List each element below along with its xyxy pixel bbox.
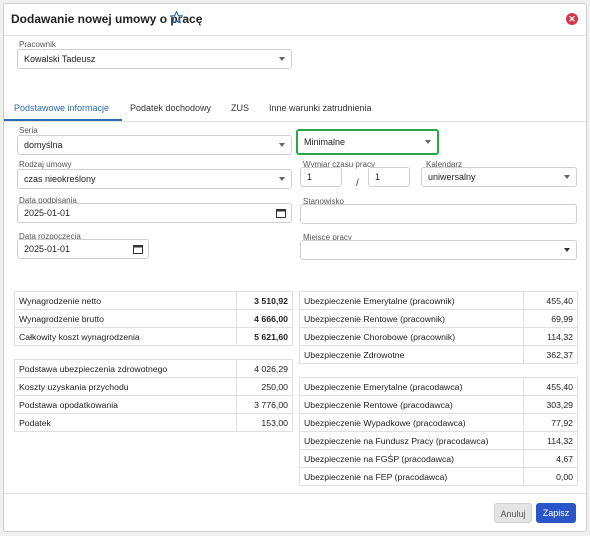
table-row: Ubezpieczenie Emerytalne (pracownik) 455… [299, 291, 578, 310]
chevron-down-icon [279, 57, 285, 61]
row-label: Ubezpieczenie Emerytalne (pracownik) [299, 291, 524, 310]
row-label: Wynagrodzenie netto [14, 291, 237, 310]
chevron-down-icon [279, 143, 285, 147]
table-row: Ubezpieczenie Wypadkowe (pracodawca) 77,… [299, 413, 578, 432]
table-row: Ubezpieczenie Zdrowotne 362,37 [299, 345, 578, 364]
table-row: Podatek 153,00 [14, 413, 293, 432]
tab-income-tax[interactable]: Podatek dochodowy [130, 103, 211, 113]
row-label: Ubezpieczenie Rentowe (pracownik) [299, 309, 524, 328]
row-value: 77,92 [523, 413, 578, 432]
row-label: Podstawa ubezpieczenia zdrowotnego [14, 359, 237, 378]
signed-date-input[interactable]: 2025-01-01 [17, 203, 292, 223]
table-row: Ubezpieczenie Rentowe (pracodawca) 303,2… [299, 395, 578, 414]
chevron-down-icon [564, 248, 570, 252]
table-row: Ubezpieczenie na Fundusz Pracy (pracodaw… [299, 431, 578, 450]
start-date-value: 2025-01-01 [24, 244, 71, 254]
row-label: Koszty uzyskania przychodu [14, 377, 237, 396]
row-value: 455,40 [523, 377, 578, 396]
working-time-numerator-input[interactable]: 1 [300, 167, 342, 187]
table-row: Całkowity koszt wynagrodzenia 5 621,60 [14, 327, 293, 346]
row-label: Ubezpieczenie na Fundusz Pracy (pracodaw… [299, 431, 524, 450]
chevron-down-icon [564, 175, 570, 179]
row-value: 114,32 [523, 327, 578, 346]
row-value: 455,40 [523, 291, 578, 310]
row-value: 303,29 [523, 395, 578, 414]
row-label: Podatek [14, 413, 237, 432]
row-label: Ubezpieczenie Zdrowotne [299, 345, 524, 364]
row-label: Podstawa opodatkowania [14, 395, 237, 414]
table-row: Ubezpieczenie Emerytalne (pracodawca) 45… [299, 377, 578, 396]
close-icon[interactable]: ✕ [566, 13, 578, 25]
contract-type-value: czas nieokreślony [24, 174, 96, 184]
contract-dialog: Dodawanie nowej umowy o pracę ✕ Pracowni… [3, 3, 587, 532]
signed-date-value: 2025-01-01 [24, 208, 71, 218]
row-label: Całkowity koszt wynagrodzenia [14, 327, 237, 346]
working-time-separator: / [356, 178, 359, 189]
calendar-icon[interactable] [133, 244, 143, 254]
row-label: Wynagrodzenie brutto [14, 309, 237, 328]
row-value: 4 666,00 [236, 309, 293, 328]
row-label: Ubezpieczenie Emerytalne (pracodawca) [299, 377, 524, 396]
tax-summary-table: Podstawa ubezpieczenia zdrowotnego 4 026… [14, 359, 293, 432]
row-value: 250,00 [236, 377, 293, 396]
row-value: 69,99 [523, 309, 578, 328]
table-row: Wynagrodzenie brutto 4 666,00 [14, 309, 293, 328]
row-label: Ubezpieczenie Chorobowe (pracownik) [299, 327, 524, 346]
table-row: Wynagrodzenie netto 3 510,92 [14, 291, 293, 310]
chevron-down-icon [279, 177, 285, 181]
calendar-icon[interactable] [276, 208, 286, 218]
tab-basic-info[interactable]: Podstawowe informacje [14, 103, 109, 113]
contract-type-select[interactable]: czas nieokreślony [17, 169, 292, 189]
employee-value: Kowalski Tadeusz [24, 54, 96, 64]
row-value: 153,00 [236, 413, 293, 432]
row-label: Ubezpieczenie Wypadkowe (pracodawca) [299, 413, 524, 432]
row-label: Ubezpieczenie na FEP (pracodawca) [299, 467, 524, 486]
start-date-input[interactable]: 2025-01-01 [17, 239, 149, 259]
table-row: Ubezpieczenie na FGŚP (pracodawca) 4,67 [299, 449, 578, 468]
contract-type-label: Rodzaj umowy [19, 160, 72, 169]
star-icon[interactable] [169, 10, 184, 25]
table-row: Podstawa ubezpieczenia zdrowotnego 4 026… [14, 359, 293, 378]
tab-bar: Podstawowe informacje Podatek dochodowy … [4, 94, 586, 122]
position-input[interactable] [300, 204, 577, 224]
row-label: Ubezpieczenie na FGŚP (pracodawca) [299, 449, 524, 468]
row-value: 3 510,92 [236, 291, 293, 310]
series-value: domyślna [24, 140, 63, 150]
row-value: 114,32 [523, 431, 578, 450]
row-value: 4 026,29 [236, 359, 293, 378]
row-value: 362,37 [523, 345, 578, 364]
save-button[interactable]: Zapisz [536, 503, 576, 523]
working-time-denominator-input[interactable]: 1 [368, 167, 410, 187]
row-value: 4,67 [523, 449, 578, 468]
cancel-button[interactable]: Anuluj [494, 503, 532, 523]
row-value: 3 776,00 [236, 395, 293, 414]
calendar-value: uniwersalny [428, 172, 476, 182]
tab-other-conditions[interactable]: Inne warunki zatrudnienia [269, 103, 372, 113]
salary-option-select[interactable]: Minimalne [296, 129, 439, 155]
salary-summary-table: Wynagrodzenie netto 3 510,92 Wynagrodzen… [14, 291, 293, 346]
salary-option-value: Minimalne [304, 137, 346, 147]
table-row: Podstawa opodatkowania 3 776,00 [14, 395, 293, 414]
employer-insurance-table: Ubezpieczenie Emerytalne (pracodawca) 45… [299, 377, 578, 486]
row-value: 5 621,60 [236, 327, 293, 346]
table-row: Koszty uzyskania przychodu 250,00 [14, 377, 293, 396]
tab-zus[interactable]: ZUS [231, 103, 249, 113]
table-row: Ubezpieczenie Chorobowe (pracownik) 114,… [299, 327, 578, 346]
calendar-select[interactable]: uniwersalny [421, 167, 577, 187]
employee-insurance-table: Ubezpieczenie Emerytalne (pracownik) 455… [299, 291, 578, 364]
employee-label: Pracownik [19, 40, 56, 49]
series-select[interactable]: domyślna [17, 135, 292, 155]
dialog-footer: Anuluj Zapisz [4, 493, 586, 531]
workplace-select[interactable] [300, 240, 577, 260]
employee-select[interactable]: Kowalski Tadeusz [17, 49, 292, 69]
row-value: 0,00 [523, 467, 578, 486]
table-row: Ubezpieczenie Rentowe (pracownik) 69,99 [299, 309, 578, 328]
table-row: Ubezpieczenie na FEP (pracodawca) 0,00 [299, 467, 578, 486]
chevron-down-icon [425, 140, 431, 144]
dialog-header: Dodawanie nowej umowy o pracę ✕ [4, 4, 586, 36]
series-label: Seria [19, 126, 38, 135]
row-label: Ubezpieczenie Rentowe (pracodawca) [299, 395, 524, 414]
active-tab-indicator [4, 119, 122, 121]
